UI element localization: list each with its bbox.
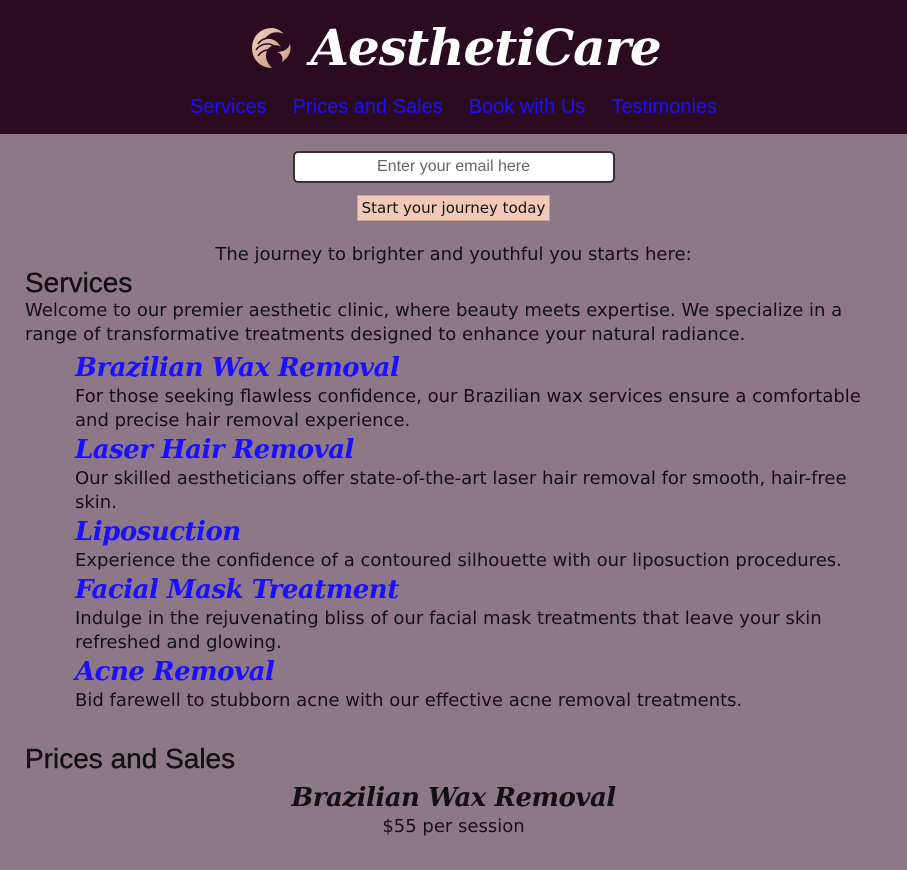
main-nav: Services Prices and Sales Book with Us T… [0,94,907,120]
service-description: Bid farewell to stubborn acne with our e… [75,690,743,711]
email-input[interactable] [292,151,615,183]
service-item: Facial Mask Treatment Indulge in the rej… [75,573,882,655]
price-title: Brazilian Wax Removal [291,783,616,813]
service-description: Our skilled aestheticians offer state-of… [75,468,847,513]
service-description: For those seeking flawless confidence, o… [75,386,861,431]
service-description: Experience the confidence of a contoured… [75,550,842,571]
service-title[interactable]: Brazilian Wax Removal [75,351,882,385]
prices-section: Prices and Sales Brazilian Wax Removal $… [0,743,907,839]
service-description: Indulge in the rejuvenating bliss of our… [75,608,822,653]
swirl-face-logo-icon [246,22,298,74]
service-title[interactable]: Acne Removal [75,655,882,689]
signup-form: Start your journey today [0,134,907,221]
brand[interactable]: AesthetiCare [0,16,907,80]
prices-heading: Prices and Sales [25,743,236,774]
services-intro: Welcome to our premier aesthetic clinic,… [25,300,843,345]
service-title[interactable]: Liposuction [75,515,882,549]
service-item: Brazilian Wax Removal For those seeking … [75,351,882,433]
nav-link-services[interactable]: Services [190,94,267,120]
price-value: $55 per session [382,816,525,837]
services-heading: Services [25,267,133,298]
services-list: Brazilian Wax Removal For those seeking … [25,351,882,713]
start-journey-button[interactable]: Start your journey today [356,195,551,221]
price-item: Brazilian Wax Removal $55 per session [25,781,882,839]
brand-name: AesthetiCare [310,18,661,77]
service-title[interactable]: Laser Hair Removal [75,433,882,467]
services-section: Services Welcome to our premier aestheti… [0,267,907,713]
nav-link-prices[interactable]: Prices and Sales [293,94,443,120]
nav-link-book[interactable]: Book with Us [469,94,586,120]
service-item: Laser Hair Removal Our skilled aesthetic… [75,433,882,515]
service-title[interactable]: Facial Mask Treatment [75,573,882,607]
tagline: The journey to brighter and youthful you… [215,244,692,265]
service-item: Liposuction Experience the confidence of… [75,515,882,573]
site-header: AesthetiCare Services Prices and Sales B… [0,0,907,134]
nav-link-testimonies[interactable]: Testimonies [611,94,717,120]
service-item: Acne Removal Bid farewell to stubborn ac… [75,655,882,713]
